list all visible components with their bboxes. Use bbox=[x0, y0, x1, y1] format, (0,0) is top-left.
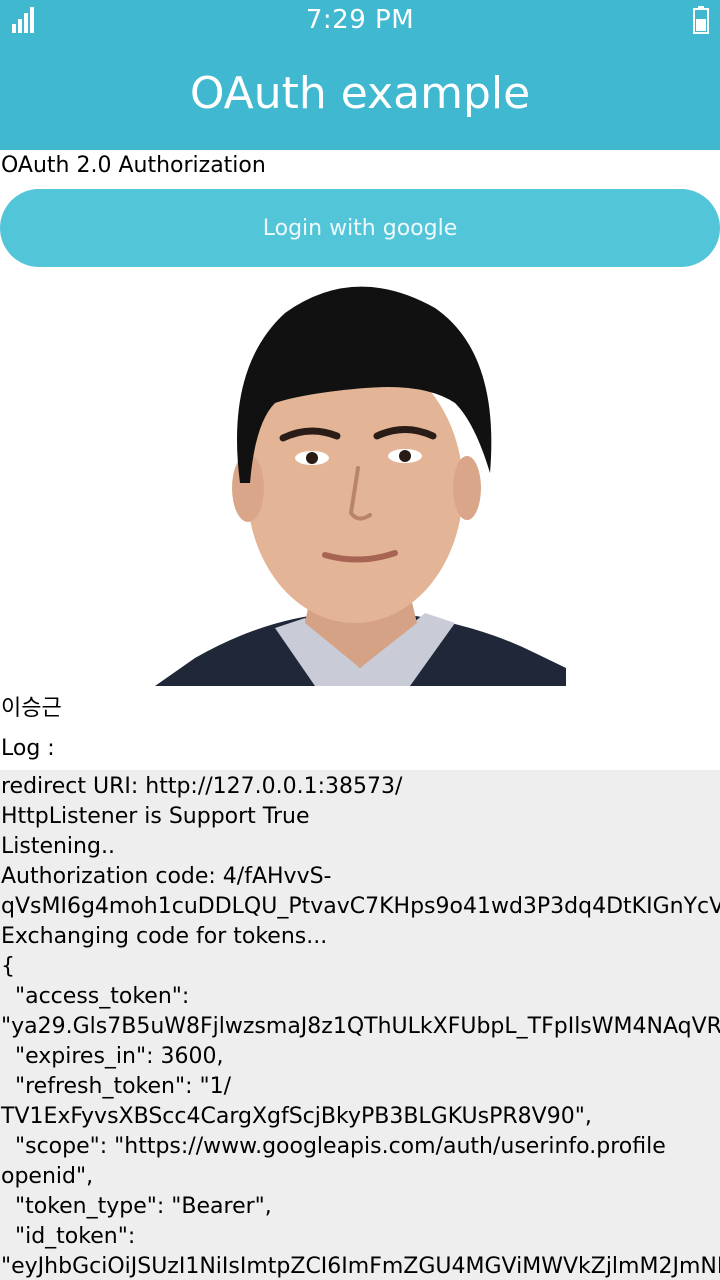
log-label: Log : bbox=[1, 736, 55, 761]
profile-photo bbox=[155, 273, 566, 686]
title-bar: OAuth example bbox=[0, 42, 720, 150]
log-line: redirect URI: http://127.0.0.1:38573/ bbox=[1, 774, 403, 799]
section-label: OAuth 2.0 Authorization bbox=[1, 153, 266, 178]
log-line: qVsMI6g4moh1cuDDLQU_PtvavC7KHps9o41wd3P3… bbox=[1, 894, 720, 919]
log-line: "expires_in": 3600, bbox=[1, 1044, 224, 1069]
log-line: "id_token": bbox=[1, 1224, 136, 1249]
log-line: { bbox=[1, 954, 15, 979]
log-line: "ya29.Gls7B5uW8FjlwzsmaJ8z1QThULkXFUbpL_… bbox=[1, 1014, 720, 1039]
log-line: Exchanging code for tokens... bbox=[1, 924, 328, 949]
log-output[interactable]: redirect URI: http://127.0.0.1:38573/ Ht… bbox=[0, 770, 720, 1280]
log-line: "access_token": bbox=[1, 984, 190, 1009]
status-bar: 7:29 PM bbox=[0, 0, 720, 42]
log-line: "scope": "https://www.googleapis.com/aut… bbox=[1, 1134, 666, 1159]
status-time: 7:29 PM bbox=[305, 5, 415, 35]
log-line: TV1ExFyvsXBScc4CargXgfScjBkyPB3BLGKUsPR8… bbox=[1, 1104, 592, 1129]
page-title: OAuth example bbox=[189, 68, 531, 119]
log-line: openid", bbox=[1, 1164, 94, 1189]
log-line: Authorization code: 4/fAHvvS- bbox=[1, 864, 332, 889]
profile-name: 이승근 bbox=[1, 696, 62, 721]
log-line: "eyJhbGciOiJSUzI1NiIsImtpZCI6ImFmZGU4MGV… bbox=[1, 1254, 720, 1279]
log-line: "token_type": "Bearer", bbox=[1, 1194, 272, 1219]
log-line: Listening.. bbox=[1, 834, 115, 859]
battery-icon bbox=[693, 6, 709, 34]
log-line: HttpListener is Support True bbox=[1, 804, 310, 829]
log-line: "refresh_token": "1/ bbox=[1, 1074, 232, 1099]
login-with-google-button[interactable]: Login with google bbox=[0, 189, 720, 267]
